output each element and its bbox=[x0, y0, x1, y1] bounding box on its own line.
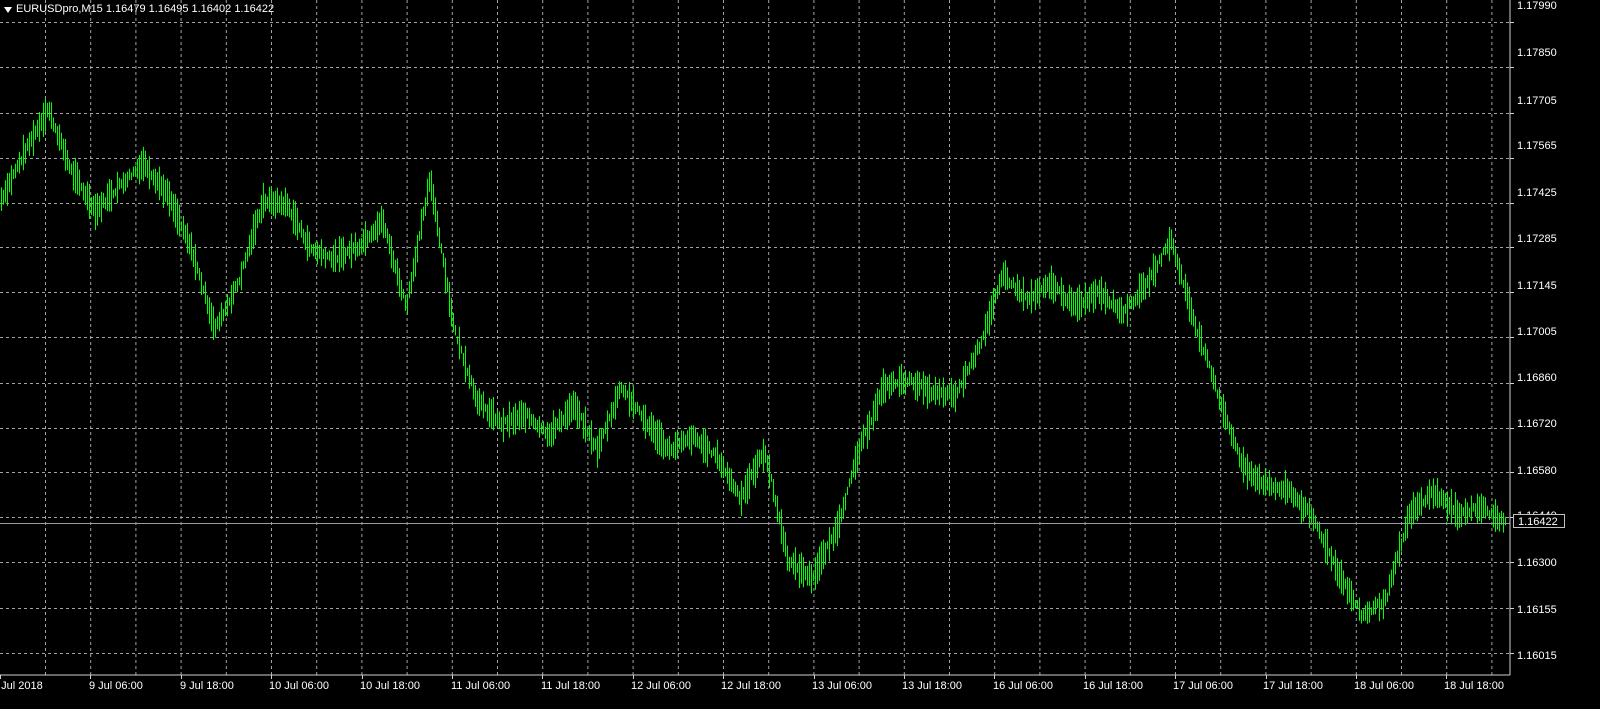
price-axis-label: 1.17005 bbox=[1517, 326, 1557, 338]
time-axis-label: 10 Jul 18:00 bbox=[360, 680, 420, 692]
price-axis-label: 1.16300 bbox=[1517, 557, 1557, 569]
axis-ticks bbox=[0, 22, 1514, 679]
price-axis-label: 1.16015 bbox=[1517, 650, 1557, 662]
time-axis-label: 17 Jul 18:00 bbox=[1263, 680, 1323, 692]
time-axis-label: 18 Jul 18:00 bbox=[1444, 680, 1504, 692]
time-axis-label: 18 Jul 06:00 bbox=[1354, 680, 1414, 692]
dropdown-triangle-icon[interactable] bbox=[4, 6, 12, 13]
symbol-ohlc-text: EURUSDpro,M15 1.16479 1.16495 1.16402 1.… bbox=[16, 3, 275, 15]
price-chart-plot[interactable] bbox=[0, 0, 1600, 709]
price-axis-label: 1.17425 bbox=[1517, 187, 1557, 199]
time-axis-label: 12 Jul 18:00 bbox=[721, 680, 781, 692]
price-axis-label: 1.17565 bbox=[1517, 140, 1557, 152]
time-axis-label: 9 Jul 18:00 bbox=[180, 680, 234, 692]
price-axis-label: 1.16580 bbox=[1517, 465, 1557, 477]
symbol-header[interactable]: EURUSDpro,M15 1.16479 1.16495 1.16402 1.… bbox=[4, 3, 274, 15]
time-axis-label: 11 Jul 18:00 bbox=[541, 680, 601, 692]
time-axis-label: 13 Jul 18:00 bbox=[902, 680, 962, 692]
time-axis-label: 17 Jul 06:00 bbox=[1173, 680, 1233, 692]
price-axis-label: 1.16155 bbox=[1517, 604, 1557, 616]
time-axis-label: 12 Jul 06:00 bbox=[631, 680, 691, 692]
time-axis-label: 13 Jul 06:00 bbox=[812, 680, 872, 692]
time-axis-label: 16 Jul 06:00 bbox=[993, 680, 1053, 692]
time-axis-label: 6 Jul 2018 bbox=[0, 680, 43, 692]
time-axis-label: 11 Jul 06:00 bbox=[451, 680, 511, 692]
price-axis-label: 1.17705 bbox=[1517, 95, 1557, 107]
price-axis-label: 1.16720 bbox=[1517, 418, 1557, 430]
price-axis-label: 1.17145 bbox=[1517, 280, 1557, 292]
price-axis-label: 1.17990 bbox=[1517, 0, 1557, 12]
time-axis-label: 10 Jul 06:00 bbox=[269, 680, 329, 692]
price-axis-label: 1.17850 bbox=[1517, 47, 1557, 59]
price-axis-label: 1.17285 bbox=[1517, 233, 1557, 245]
current-price-tag: 1.16422 bbox=[1513, 514, 1565, 528]
chart-window[interactable]: EURUSDpro,M15 1.16479 1.16495 1.16402 1.… bbox=[0, 0, 1600, 709]
time-axis-label: 9 Jul 06:00 bbox=[89, 680, 143, 692]
price-bars bbox=[1, 98, 1506, 624]
time-axis-label: 16 Jul 18:00 bbox=[1083, 680, 1143, 692]
price-axis-label: 1.16860 bbox=[1517, 372, 1557, 384]
chart-grid bbox=[0, 0, 1510, 675]
